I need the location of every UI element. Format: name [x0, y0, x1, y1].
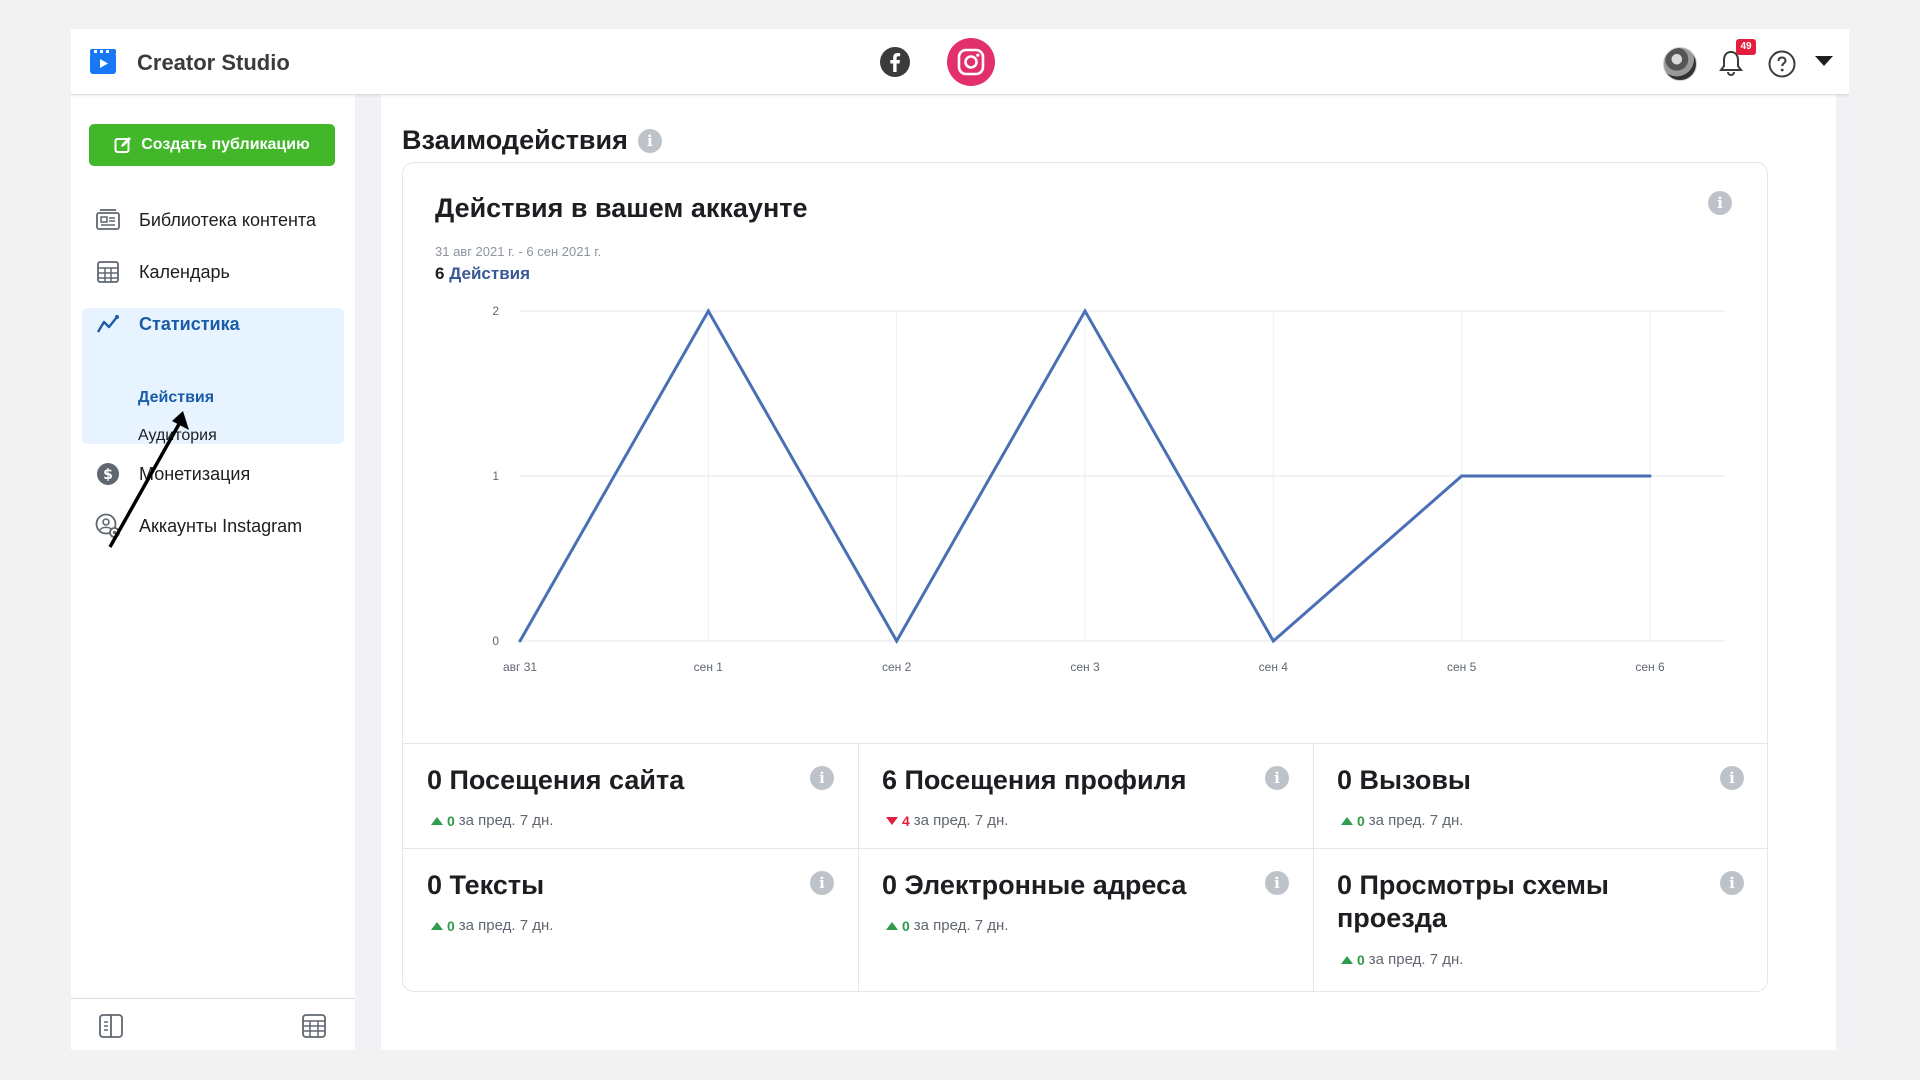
x-tick-label: сен 2	[882, 660, 912, 674]
metric-delta: 4 за пред. 7 дн.	[886, 812, 1008, 829]
account-actions-card: Действия в вашем аккаунте i 31 авг 2021 …	[402, 162, 1769, 993]
delta-suffix: за пред. 7 дн.	[458, 917, 554, 934]
delta-value: 0	[902, 917, 910, 934]
metric-title: 0 Вызовы	[1337, 765, 1471, 795]
info-icon[interactable]: i	[637, 128, 662, 153]
info-icon[interactable]: i	[1720, 871, 1744, 895]
x-tick-label: авг 31	[503, 660, 537, 674]
main-content: Взаимодействия i Действия в вашем аккаун…	[381, 95, 1836, 1050]
data-point	[1083, 309, 1087, 313]
delta-value: 0	[1357, 951, 1365, 968]
trend-down-icon	[886, 816, 898, 825]
delta-suffix: за пред. 7 дн.	[458, 812, 554, 829]
delta-value: 0	[447, 917, 455, 934]
avatar[interactable]	[1663, 47, 1697, 81]
metric-title: 0 Просмотры схемы проезда	[1337, 870, 1609, 933]
metric-texts: 0 Тексты i 0 за пред. 7 дн.	[403, 848, 858, 993]
facebook-icon[interactable]	[879, 46, 911, 78]
creator-studio-logo[interactable]	[89, 48, 117, 76]
sidebar: Создать публикацию Библиотека контента К…	[71, 95, 355, 1050]
trend-up-icon	[1341, 955, 1353, 964]
metric-delta: 0 за пред. 7 дн.	[431, 917, 553, 934]
data-point	[518, 639, 522, 643]
metric-website-visits: 0 Посещения сайта i 0 за пред. 7 дн.	[403, 743, 858, 848]
metric-delta: 0 за пред. 7 дн.	[1341, 951, 1463, 968]
x-tick-label: сен 6	[1635, 660, 1665, 674]
section-header: Взаимодействия i	[402, 125, 662, 156]
metric-title: 6 Посещения профиля	[882, 765, 1187, 795]
metric-emails: 0 Электронные адреса i 0 за пред. 7 дн.	[858, 848, 1313, 993]
trend-up-icon	[431, 921, 443, 930]
trend-up-icon	[1341, 816, 1353, 825]
delta-suffix: за пред. 7 дн.	[1368, 951, 1464, 968]
account-menu-dropdown[interactable]	[1815, 56, 1833, 66]
x-tick-label: сен 1	[694, 660, 724, 674]
delta-value: 0	[1357, 812, 1365, 829]
delta-suffix: за пред. 7 дн.	[913, 812, 1009, 829]
annotation-arrow	[108, 411, 189, 548]
info-icon[interactable]: i	[1265, 766, 1289, 790]
delta-value: 0	[447, 812, 455, 829]
metric-profile-visits: 6 Посещения профиля i 4 за пред. 7 дн.	[858, 743, 1313, 848]
data-point	[1648, 474, 1652, 478]
trend-up-icon	[431, 816, 443, 825]
top-bar: Creator Studio 49	[71, 29, 1849, 95]
delta-suffix: за пред. 7 дн.	[913, 917, 1009, 934]
metric-title: 0 Посещения сайта	[427, 765, 685, 795]
y-tick-label: 2	[492, 304, 499, 318]
metrics-grid: 0 Посещения сайта i 0 за пред. 7 дн. 6 Посещ…	[403, 743, 1769, 993]
collapse-sidebar-icon[interactable]	[98, 1013, 124, 1039]
metric-delta: 0 за пред. 7 дн.	[886, 917, 1008, 934]
info-icon[interactable]: i	[810, 871, 834, 895]
metric-delta: 0 за пред. 7 дн.	[431, 812, 553, 829]
y-tick-label: 0	[492, 634, 499, 648]
data-point	[1271, 639, 1275, 643]
app-title: Creator Studio	[137, 50, 290, 75]
delta-suffix: за пред. 7 дн.	[1368, 812, 1464, 829]
instagram-tab-button[interactable]	[947, 38, 995, 86]
metric-directions: 0 Просмотры схемы проезда i 0 за пред. 7 дн…	[1313, 848, 1768, 993]
info-icon[interactable]: i	[1720, 766, 1744, 790]
info-icon[interactable]: i	[810, 766, 834, 790]
table-view-icon[interactable]	[301, 1013, 327, 1039]
data-point	[706, 309, 710, 313]
metric-delta: 0 за пред. 7 дн.	[1341, 812, 1463, 829]
notification-badge: 49	[1736, 39, 1756, 55]
x-tick-label: сен 5	[1447, 660, 1477, 674]
metric-title: 0 Тексты	[427, 870, 545, 900]
trend-up-icon	[886, 921, 898, 930]
x-tick-label: сен 3	[1070, 660, 1100, 674]
help-icon[interactable]	[1767, 49, 1797, 79]
info-icon[interactable]: i	[1265, 871, 1289, 895]
data-point	[1460, 474, 1464, 478]
instagram-icon	[957, 48, 985, 76]
actions-line-chart: 0 1 2 авг 31 сен 1 сен 2 сен 3 сен 4 сен 5 сен 6	[492, 304, 1725, 674]
sidebar-footer	[71, 998, 355, 1050]
app-window: Creator Studio 49 Создать публикацию Биб…	[71, 29, 1849, 1050]
metric-calls: 0 Вызовы i 0 за пред. 7 дн.	[1313, 743, 1768, 848]
x-tick-label: сен 4	[1259, 660, 1289, 674]
section-title: Взаимодействия	[402, 125, 628, 155]
data-point	[895, 639, 899, 643]
metric-title: 0 Электронные адреса	[882, 870, 1187, 900]
delta-value: 4	[902, 812, 910, 829]
y-tick-label: 1	[492, 469, 499, 483]
